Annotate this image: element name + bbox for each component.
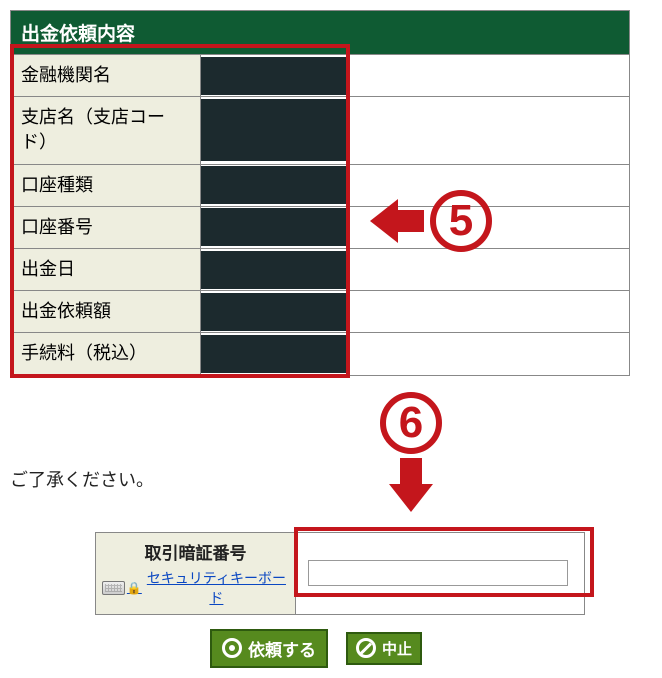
- row-value-amount: [201, 291, 630, 333]
- withdrawal-details-table: 出金依頼内容 金融機関名 支店名（支店コード） 口座種類 口座番号 出金日 出金…: [10, 10, 630, 376]
- row-value-account-type: [201, 164, 630, 206]
- row-label-bank: 金融機関名: [11, 55, 201, 97]
- details-header: 出金依頼内容: [11, 11, 630, 55]
- pin-label-cell: 取引暗証番号 🔒 セキュリティキーボード: [96, 532, 296, 614]
- row-value-branch: [201, 97, 630, 164]
- masked-value: [201, 251, 346, 289]
- masked-value: [201, 57, 346, 95]
- row-label-branch: 支店名（支店コード）: [11, 97, 201, 164]
- row-label-withdraw-date: 出金日: [11, 248, 201, 290]
- cancel-button[interactable]: 中止: [346, 632, 422, 665]
- footer-note: ご了承ください。: [10, 466, 652, 492]
- row-label-fee: 手続料（税込）: [11, 333, 201, 375]
- row-value-account-no: [201, 206, 630, 248]
- submit-icon: [222, 638, 242, 658]
- action-button-row: 依頼する 中止: [210, 629, 652, 668]
- pin-input-cell: [296, 532, 585, 614]
- row-label-account-type: 口座種類: [11, 164, 201, 206]
- cancel-button-label: 中止: [382, 638, 412, 659]
- submit-button-label: 依頼する: [248, 636, 316, 661]
- pin-entry-panel: 取引暗証番号 🔒 セキュリティキーボード: [95, 532, 585, 615]
- row-value-fee: [201, 333, 630, 375]
- masked-value: [201, 166, 346, 204]
- masked-value: [201, 293, 346, 331]
- pin-input[interactable]: [308, 560, 568, 586]
- step-6-callout: 6: [380, 392, 442, 512]
- row-value-bank: [201, 55, 630, 97]
- row-label-account-no: 口座番号: [11, 206, 201, 248]
- row-label-amount: 出金依頼額: [11, 291, 201, 333]
- masked-value: [201, 208, 346, 246]
- cancel-icon: [356, 638, 376, 658]
- masked-value: [201, 335, 346, 373]
- keyboard-icon: [102, 581, 125, 595]
- security-keyboard-link[interactable]: 🔒 セキュリティキーボード: [102, 568, 289, 608]
- lock-icon: 🔒: [127, 581, 142, 595]
- masked-value: [201, 99, 346, 161]
- submit-button[interactable]: 依頼する: [210, 629, 328, 668]
- security-keyboard-link-text: セキュリティキーボード: [144, 568, 289, 608]
- step-number-badge: 6: [380, 392, 442, 454]
- pin-label: 取引暗証番号: [102, 539, 289, 564]
- row-value-withdraw-date: [201, 248, 630, 290]
